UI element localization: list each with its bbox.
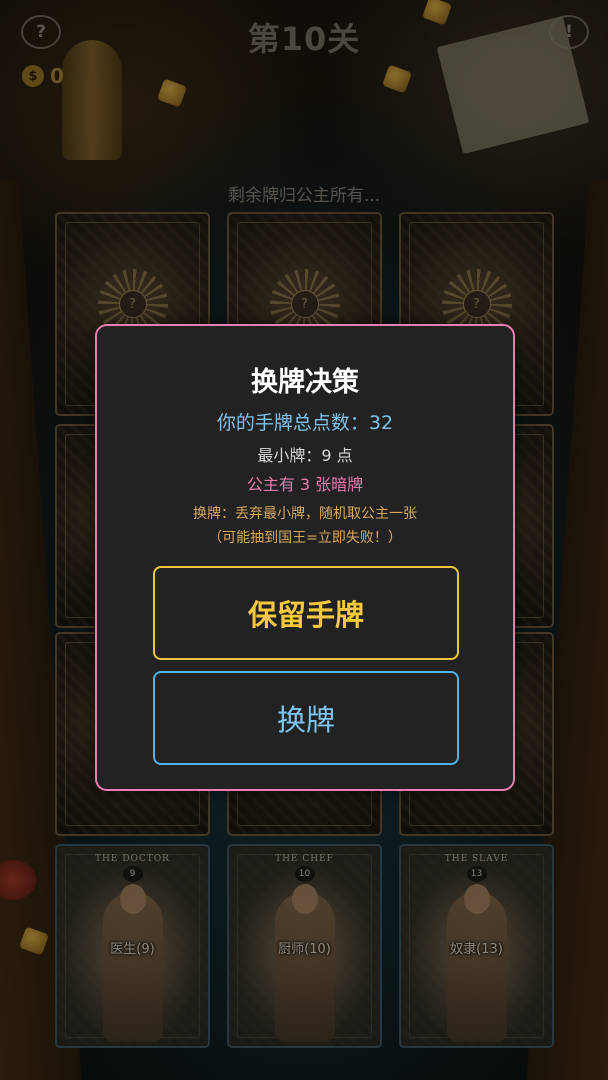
dialog-title: 换牌决策: [251, 367, 359, 398]
swap-card-button[interactable]: 换牌: [153, 671, 459, 765]
swap-rule-text: 换牌：丢弃最小牌，随机取公主一张: [193, 506, 417, 522]
keep-hand-button[interactable]: 保留手牌: [153, 566, 459, 660]
min-card-value: 最小牌：9 点: [257, 446, 353, 465]
swap-decision-dialog: 换牌决策 你的手牌总点数：32 最小牌：9 点 公主有 3 张暗牌 换牌：丢弃最…: [95, 324, 515, 791]
swap-warning-text: （可能抽到国王=立即失败！）: [208, 530, 402, 546]
hand-total-points: 你的手牌总点数：32: [216, 412, 394, 434]
princess-hidden-count: 公主有 3 张暗牌: [246, 475, 364, 494]
